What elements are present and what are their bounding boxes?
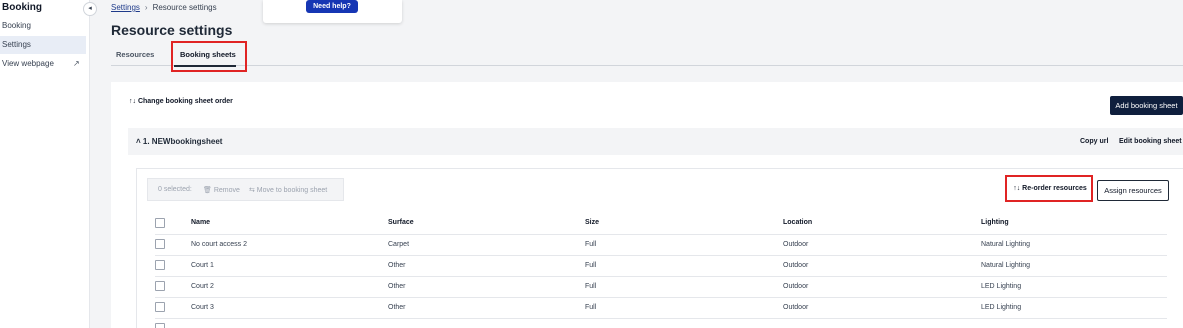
cell-location: Outdoor [783,304,809,311]
add-booking-sheet-button[interactable]: Add booking sheet [1110,96,1183,115]
cell-lighting: Natural Lighting [981,241,1031,248]
booking-sheet-header[interactable]: ˄ 1. NEWbookingsheet Copy url Edit booki… [128,128,1183,155]
highlight-box-reorder [1005,175,1093,202]
column-header-lighting[interactable]: Lighting [981,219,1009,226]
change-booking-sheet-order-link[interactable]: ↑↓ Change booking sheet order [129,98,233,105]
row-divider [155,276,1167,277]
row-checkbox[interactable] [155,323,165,328]
highlight-box-tab [171,41,247,72]
column-header-location[interactable]: Location [783,219,812,226]
resources-table-container: 0 selected: 🗑 Remove ⇆ Move to booking s… [136,168,1183,328]
column-header-surface[interactable]: Surface [388,219,414,226]
row-divider [155,297,1167,298]
page-title: Resource settings [111,22,233,38]
collapse-sidebar-button[interactable]: ◂ [83,2,97,16]
need-help-button[interactable]: Need help? [306,0,358,13]
cell-size: Full [585,241,597,248]
sidebar-item-view-webpage[interactable]: View webpage ↗ [0,55,86,73]
select-all-checkbox[interactable] [155,218,165,228]
cell-lighting: LED Lighting [981,283,1022,290]
cell-name: No court access 2 [191,241,248,248]
remove-button[interactable]: 🗑 Remove [203,186,240,194]
cell-location: Outdoor [783,283,809,290]
cell-size: Full [585,304,597,311]
column-header-name[interactable]: Name [191,219,210,226]
cell-lighting: Natural Lighting [981,262,1031,269]
edit-booking-sheet-button[interactable]: Edit booking sheet [1119,138,1182,145]
sidebar-item-settings[interactable]: Settings [0,36,86,54]
row-divider [155,255,1167,256]
cell-surface: Other [388,262,406,269]
row-checkbox[interactable] [155,239,165,249]
breadcrumb: Settings › Resource settings [111,3,217,12]
row-checkbox[interactable] [155,260,165,270]
row-divider [155,318,1167,319]
column-header-size[interactable]: Size [585,219,599,226]
cell-size: Full [585,283,597,290]
app-title: Booking [2,2,42,13]
cell-name: Court 1 [191,262,214,269]
cell-name: Court 2 [191,283,214,290]
tabs-divider [111,65,1183,66]
booking-sheet-name[interactable]: ˄ 1. NEWbookingsheet [136,137,222,146]
sidebar: Booking Booking Settings View webpage ↗ [0,0,90,328]
sidebar-item-booking[interactable]: Booking [0,17,86,35]
move-to-booking-sheet-button[interactable]: ⇆ Move to booking sheet [249,186,327,194]
breadcrumb-settings-link[interactable]: Settings [111,3,140,12]
breadcrumb-current: Resource settings [152,3,217,12]
tab-resources[interactable]: Resources [116,50,154,59]
cell-location: Outdoor [783,262,809,269]
row-checkbox[interactable] [155,302,165,312]
cell-surface: Other [388,304,406,311]
bulk-actions-bar: 0 selected: 🗑 Remove ⇆ Move to booking s… [147,178,344,201]
sidebar-item-label: View webpage [2,59,54,68]
cell-size: Full [585,262,597,269]
breadcrumb-separator: › [144,3,148,12]
external-link-icon: ↗ [73,59,80,68]
assign-resources-button[interactable]: Assign resources [1097,180,1169,201]
cell-name: Court 3 [191,304,214,311]
selected-count: 0 selected: [158,186,192,193]
booking-sheets-panel: ↑↓ Change booking sheet order Add bookin… [111,82,1183,328]
cell-surface: Carpet [388,241,410,248]
copy-url-button[interactable]: Copy url [1080,138,1108,145]
row-checkbox[interactable] [155,281,165,291]
header-divider [155,234,1167,235]
cell-surface: Other [388,283,406,290]
cell-location: Outdoor [783,241,809,248]
cell-lighting: LED Lighting [981,304,1022,311]
help-popover: Need help? [263,0,402,23]
